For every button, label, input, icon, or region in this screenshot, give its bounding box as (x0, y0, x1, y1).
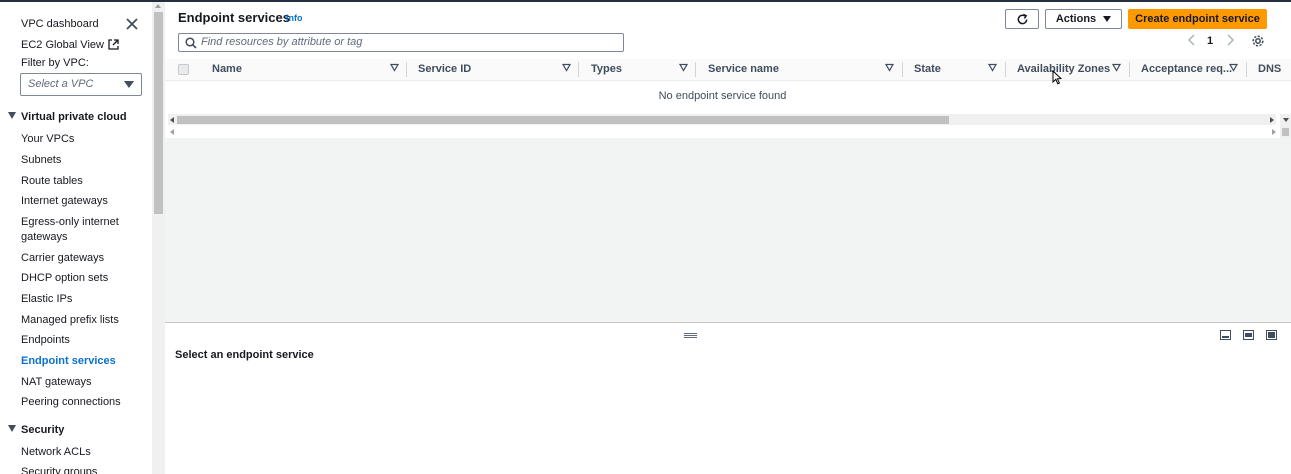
search-placeholder: Find resources by attribute or tag (201, 36, 363, 48)
refresh-icon (1017, 13, 1027, 24)
previous-page-icon[interactable] (1186, 34, 1198, 46)
nav-route-tables[interactable]: Route tables (21, 174, 83, 188)
nav-vpc-dashboard[interactable]: VPC dashboard (21, 17, 99, 31)
section-virtual-private-cloud[interactable]: Virtual private cloud (8, 111, 127, 123)
nav-endpoint-services[interactable]: Endpoint services (21, 354, 116, 368)
nav-network-acls[interactable]: Network ACLs (21, 445, 91, 459)
sort-icon[interactable] (679, 63, 688, 72)
mouse-cursor-icon (1052, 70, 1062, 85)
scroll-left-arrow-icon[interactable] (170, 129, 174, 135)
create-endpoint-service-button[interactable]: Create endpoint service (1128, 9, 1267, 29)
close-icon[interactable] (124, 16, 140, 32)
column-divider[interactable] (1005, 62, 1006, 77)
column-divider[interactable] (695, 62, 696, 77)
table-horizontal-scrollbar[interactable] (168, 114, 1276, 125)
column-header-availability-zones[interactable]: Availability Zones (1017, 63, 1110, 75)
nav-security-groups[interactable]: Security groups (21, 465, 97, 474)
nav-subnets[interactable]: Subnets (21, 153, 61, 167)
filter-by-vpc-label: Filter by VPC: (21, 57, 89, 69)
scroll-right-arrow-icon[interactable] (1270, 117, 1274, 123)
split-panel-title: Select an endpoint service (175, 349, 314, 361)
sort-icon[interactable] (1229, 63, 1238, 72)
nav-endpoints[interactable]: Endpoints (21, 333, 70, 347)
scroll-right-arrow-icon[interactable] (1272, 129, 1276, 135)
search-input[interactable]: Find resources by attribute or tag (178, 33, 624, 52)
sort-icon[interactable] (885, 63, 894, 72)
nav-egress-line2: gateways (21, 231, 68, 243)
table-header: Name Service ID Types Service name State… (165, 59, 1291, 81)
page-title: Endpoint services (178, 10, 290, 25)
panel-maximize-icon[interactable] (1266, 330, 1277, 340)
column-divider[interactable] (1246, 62, 1247, 77)
actions-label: Actions (1055, 13, 1097, 25)
column-divider[interactable] (578, 62, 579, 77)
nav-nat-gateways[interactable]: NAT gateways (21, 375, 92, 389)
scrollbar-thumb[interactable] (1282, 128, 1289, 136)
vpc-filter-placeholder: Select a VPC (28, 78, 94, 90)
select-all-checkbox[interactable] (178, 64, 189, 75)
table-vertical-scrollbar[interactable] (1280, 114, 1291, 138)
sort-icon[interactable] (390, 63, 399, 72)
section-title: Virtual private cloud (21, 111, 127, 123)
settings-gear-icon[interactable] (1251, 34, 1265, 48)
scroll-down-arrow-icon[interactable] (1283, 118, 1289, 122)
column-header-name[interactable]: Name (212, 63, 242, 75)
external-link-icon (108, 39, 119, 50)
scroll-left-arrow-icon[interactable] (170, 117, 174, 123)
info-link[interactable]: Info (286, 13, 303, 23)
caret-down-icon (1103, 16, 1112, 22)
column-header-dns[interactable]: DNS (1258, 63, 1281, 75)
split-panel: Select an endpoint service (165, 322, 1291, 474)
nav-your-vpcs[interactable]: Your VPCs (21, 132, 74, 146)
nav-ec2-global-view-label: EC2 Global View (21, 39, 104, 51)
current-page-number[interactable]: 1 (1207, 35, 1213, 47)
column-header-service-id[interactable]: Service ID (418, 63, 471, 75)
panel-position-side-icon[interactable] (1243, 330, 1254, 340)
nav-egress-line1: Egress-only internet (21, 216, 119, 228)
nav-ec2-global-view[interactable]: EC2 Global View (21, 38, 119, 52)
scroll-up-arrow-icon[interactable] (155, 4, 161, 8)
main-content: Endpoint services Info Actions Create en… (165, 2, 1291, 474)
refresh-button[interactable] (1005, 9, 1039, 29)
sort-icon[interactable] (1112, 63, 1121, 72)
next-page-icon[interactable] (1224, 34, 1236, 46)
empty-state-message: No endpoint service found (658, 90, 787, 102)
scrollbar-thumb[interactable] (154, 12, 163, 214)
section-title: Security (21, 424, 65, 436)
nav-dhcp-option-sets[interactable]: DHCP option sets (21, 271, 108, 285)
column-divider[interactable] (902, 62, 903, 77)
caret-down-icon (124, 81, 134, 88)
panel-position-bottom-icon[interactable] (1220, 330, 1231, 340)
section-security[interactable]: Security (8, 424, 64, 436)
sort-icon[interactable] (988, 63, 997, 72)
resize-handle-icon[interactable] (684, 333, 697, 338)
column-header-state[interactable]: State (914, 63, 941, 75)
column-divider[interactable] (1129, 62, 1130, 77)
column-header-service-name[interactable]: Service name (708, 63, 779, 75)
nav-carrier-gateways[interactable]: Carrier gateways (21, 251, 104, 265)
column-header-types[interactable]: Types (591, 63, 622, 75)
column-divider[interactable] (406, 62, 407, 77)
sort-icon[interactable] (562, 63, 571, 72)
column-header-acceptance-required[interactable]: Acceptance req... (1141, 63, 1232, 75)
actions-button[interactable]: Actions (1045, 9, 1122, 29)
nav-managed-prefix-lists[interactable]: Managed prefix lists (21, 313, 119, 327)
nav-peering-connections[interactable]: Peering connections (21, 395, 121, 409)
scrollbar-thumb[interactable] (177, 116, 949, 124)
nav-internet-gateways[interactable]: Internet gateways (21, 194, 108, 208)
nav-elastic-ips[interactable]: Elastic IPs (21, 292, 72, 306)
sidebar-scrollbar[interactable] (152, 2, 165, 474)
caret-down-icon (8, 112, 16, 119)
nav-egress-only-internet-gateways[interactable]: Egress-only internet gateways (21, 215, 119, 245)
vpc-filter-select[interactable]: Select a VPC (20, 73, 142, 96)
content-background (165, 138, 1291, 322)
search-icon (185, 37, 197, 49)
side-navigation: VPC dashboard EC2 Global View Filter by … (0, 2, 152, 474)
caret-down-icon (8, 425, 16, 432)
